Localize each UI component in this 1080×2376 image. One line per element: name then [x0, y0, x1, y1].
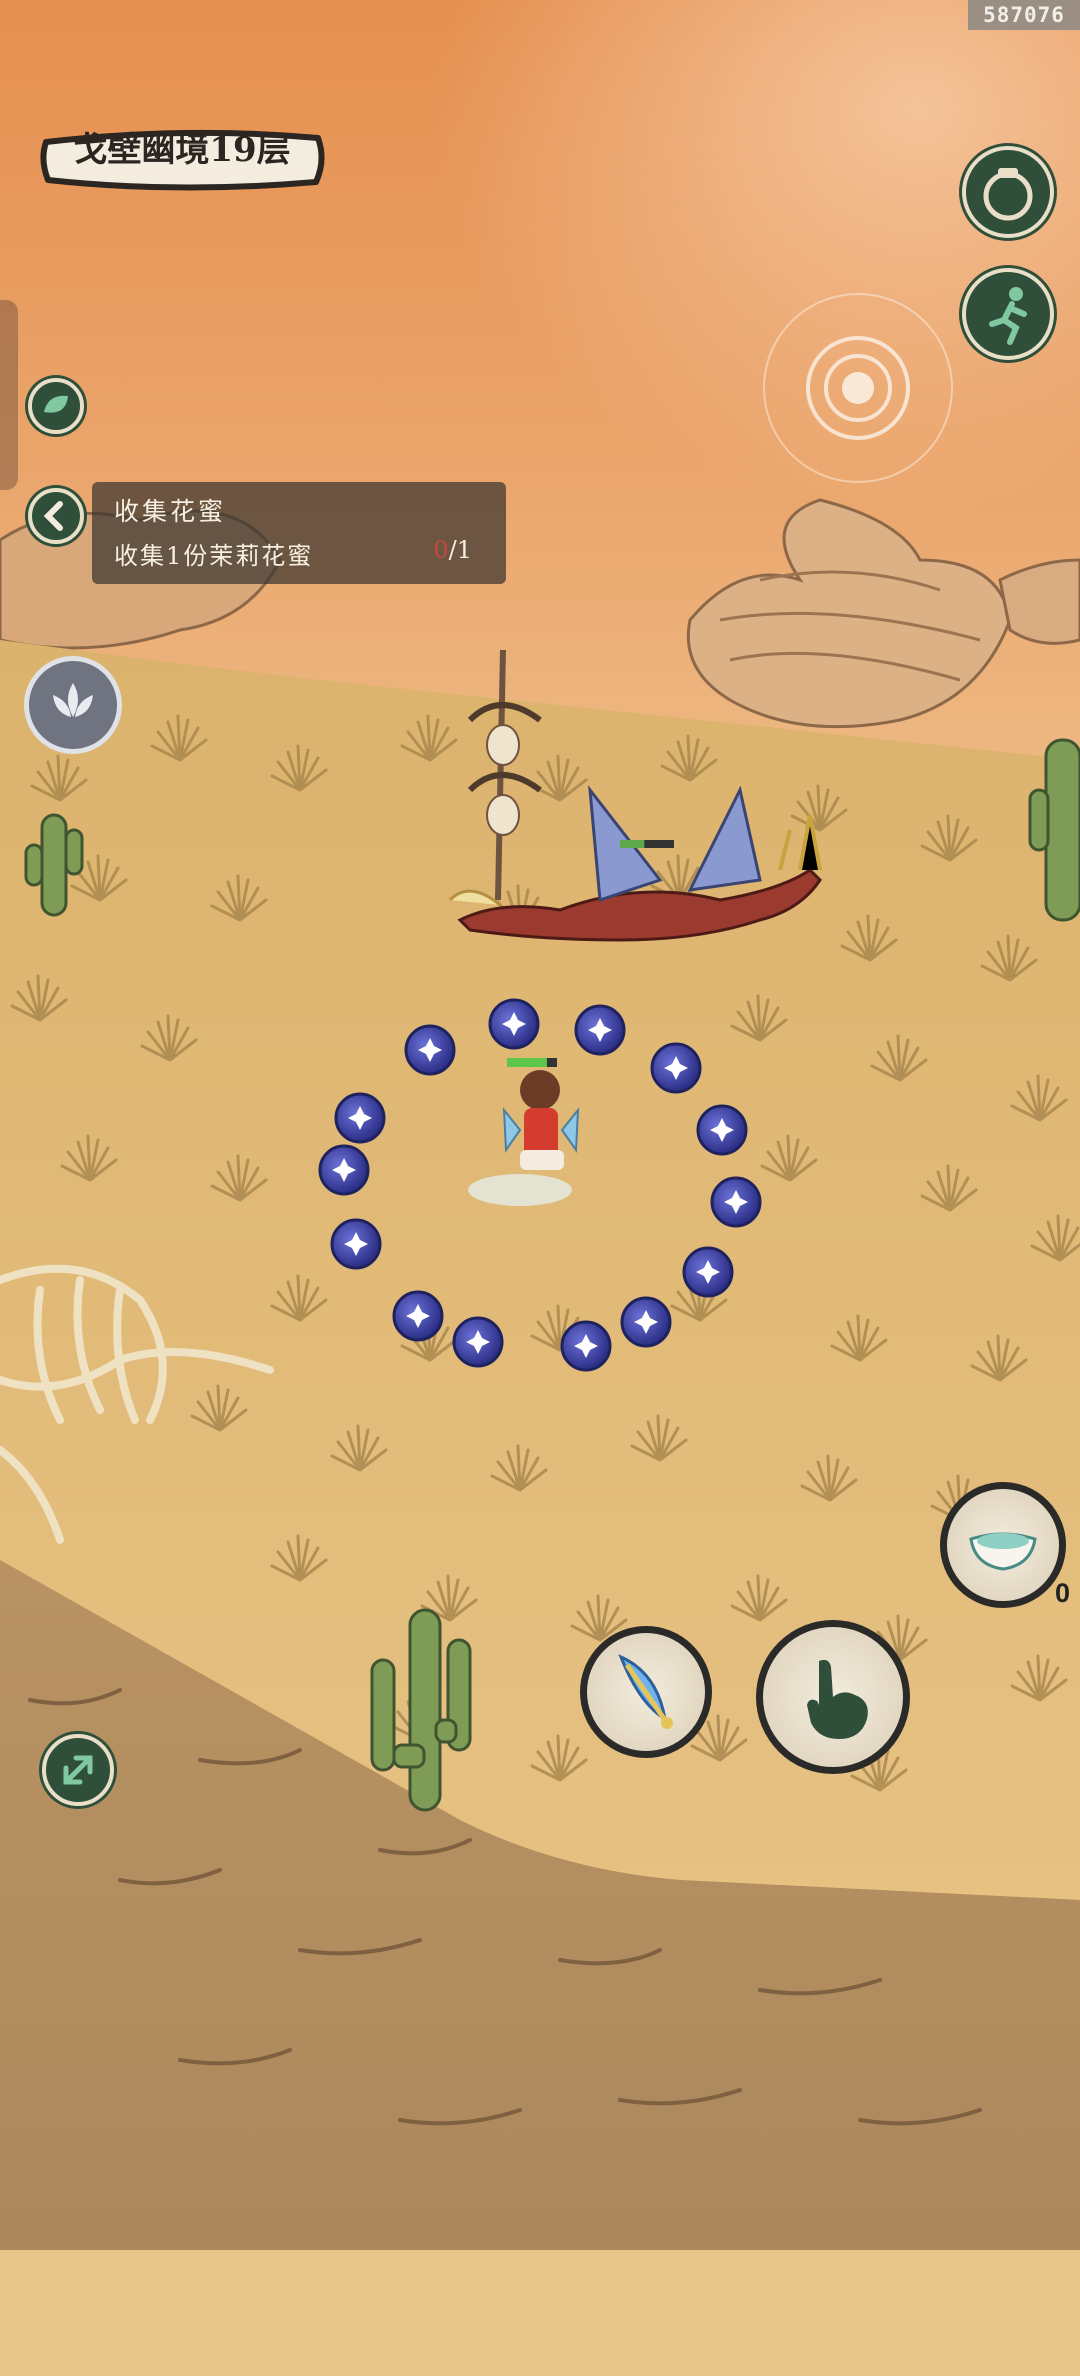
level-title-banner: 戈壁幽境19层	[36, 122, 328, 198]
quest-progress-current: 0	[433, 536, 449, 564]
leaf-button[interactable]	[28, 378, 84, 434]
lotus-button[interactable]	[24, 656, 122, 754]
game-scene	[0, 0, 1080, 2376]
quest-progress: 0/1	[433, 536, 472, 564]
expand-arrows-icon	[63, 1755, 93, 1785]
jar-icon	[983, 168, 1033, 221]
bowl-item-button[interactable]	[940, 1482, 1066, 1608]
bowl-count: 0	[1054, 1578, 1070, 1608]
sprint-button[interactable]	[962, 268, 1054, 360]
chevron-left-icon	[43, 501, 63, 531]
player-health-fill	[507, 1058, 547, 1067]
feather-icon	[618, 1654, 673, 1729]
jar-button[interactable]	[962, 146, 1054, 238]
interact-hand-button[interactable]	[756, 1620, 910, 1774]
level-title: 戈壁幽境19层	[73, 130, 291, 170]
pointing-hand-icon	[807, 1659, 868, 1739]
quest-panel[interactable]: 收集花蜜 收集1份茉莉花蜜 0/1	[92, 482, 506, 584]
running-figure-icon	[989, 287, 1027, 345]
quest-collapse-button[interactable]	[28, 488, 84, 544]
quest-title: 收集花蜜	[114, 497, 227, 526]
quest-progress-total: /1	[448, 536, 472, 564]
leaf-icon	[44, 395, 68, 413]
bowl-icon	[969, 1532, 1037, 1571]
lotus-icon	[53, 683, 93, 717]
build-id-label: 587076	[968, 0, 1080, 30]
enemy-health-fill	[620, 840, 645, 848]
side-drawer-handle[interactable]	[0, 300, 18, 490]
expand-view-button[interactable]	[42, 1734, 114, 1806]
quest-description: 收集1份茉莉花蜜	[114, 542, 314, 570]
feather-skill-button[interactable]	[580, 1626, 712, 1758]
